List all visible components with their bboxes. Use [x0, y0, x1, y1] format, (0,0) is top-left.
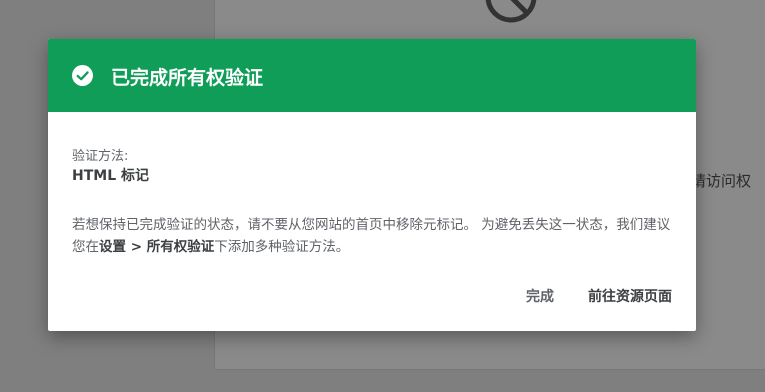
go-to-property-button[interactable]: 前往资源页面: [588, 286, 672, 306]
verification-dialog: 已完成所有权验证 验证方法: HTML 标记 若想保持已完成验证的状态，请不要从…: [48, 39, 696, 331]
block-icon: [485, 0, 537, 23]
background-text: 请访问权: [691, 172, 752, 190]
settings-path: 设置 > 所有权验证: [99, 239, 215, 255]
check-circle-icon: [72, 65, 93, 86]
description-text-end: 下添加多种验证方法。: [214, 239, 350, 255]
dialog-header: 已完成所有权验证: [48, 39, 696, 112]
dialog-description: 若想保持已完成验证的状态，请不要从您网站的首页中移除元标记。 为避免丢失这一状态…: [72, 214, 672, 258]
verification-method-value: HTML 标记: [72, 168, 149, 184]
done-button[interactable]: 完成: [526, 286, 554, 306]
verification-method-label: 验证方法:: [72, 149, 129, 164]
dialog-actions: 完成 前往资源页面: [526, 286, 672, 306]
dialog-title: 已完成所有权验证: [111, 67, 264, 89]
